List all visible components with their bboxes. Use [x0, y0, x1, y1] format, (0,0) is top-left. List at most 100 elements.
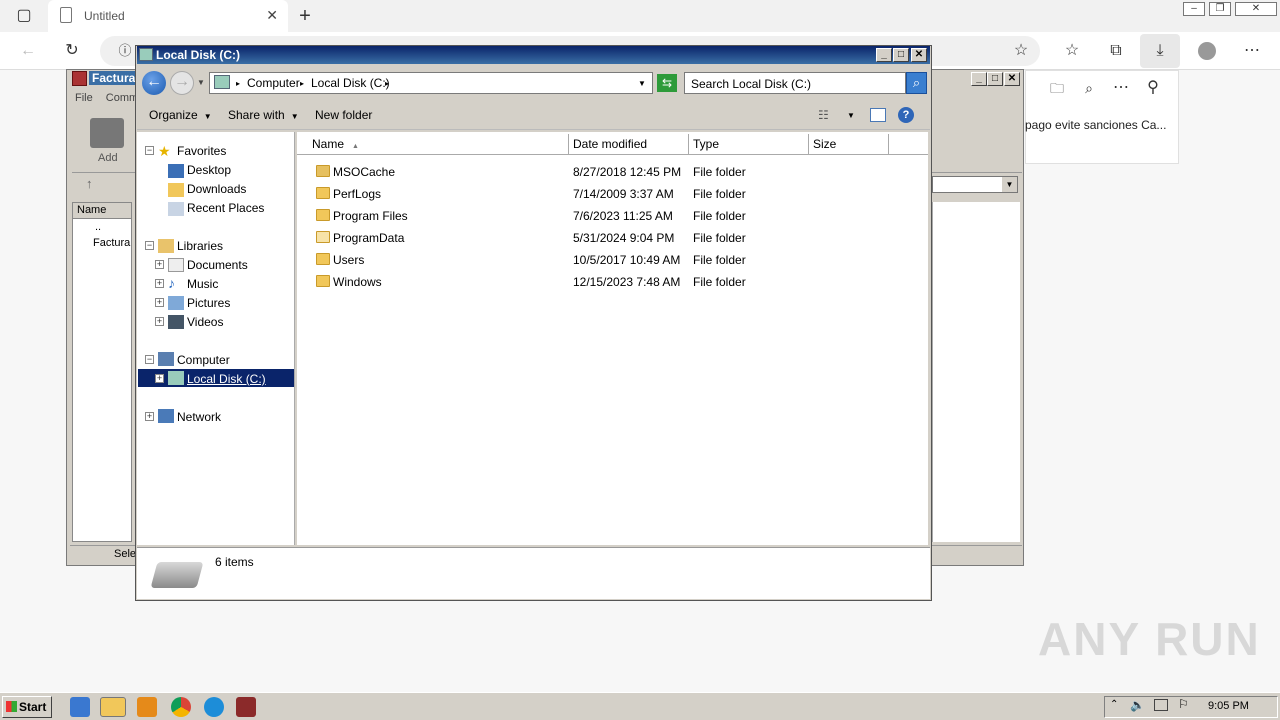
start-button[interactable]: Start [2, 696, 52, 718]
network-tray-icon[interactable] [1154, 699, 1168, 711]
close-icon[interactable]: ✕ [911, 48, 927, 62]
download-icon[interactable]: ⤓ [1148, 39, 1172, 63]
crumb-local-disk[interactable]: Local Disk (C:) [311, 76, 390, 90]
open-folder-icon[interactable]: 🗀 [1045, 76, 1069, 100]
nav-libraries[interactable]: Libraries [177, 239, 223, 253]
col-divider[interactable] [888, 134, 889, 154]
recent-pages-icon[interactable]: ▼ [197, 78, 205, 87]
dropdown-arrow-icon[interactable]: ▼ [1002, 177, 1017, 192]
collapse-icon[interactable]: − [145, 146, 154, 155]
view-options-icon[interactable]: ☷ [818, 108, 829, 122]
menu-commands[interactable]: Comm [106, 92, 138, 104]
back-icon[interactable]: ← [142, 71, 166, 95]
media-player-icon[interactable] [137, 697, 157, 717]
nav-music[interactable]: Music [187, 277, 218, 291]
minimize-icon[interactable]: – [1183, 2, 1205, 16]
file-row[interactable]: Users 10/5/2017 10:49 AM File folder [310, 250, 910, 270]
collections-icon[interactable]: ⧉ [1104, 39, 1128, 63]
expand-icon[interactable]: + [155, 317, 164, 326]
nav-local-disk[interactable]: Local Disk (C:) [187, 372, 266, 386]
breadcrumb[interactable]: ▸ Computer ▸ Local Disk (C:) ▸ ▼ [209, 72, 653, 94]
file-row[interactable]: PerfLogs 7/14/2009 3:37 AM File folder [310, 184, 910, 204]
nav-recent-places[interactable]: Recent Places [187, 201, 264, 215]
crumb-computer[interactable]: Computer [247, 76, 300, 90]
search-icon[interactable]: ⌕ [906, 72, 927, 94]
winrar-taskbar-icon[interactable] [236, 697, 256, 717]
file-row[interactable]: Windows 12/15/2023 7:48 AM File folder [310, 272, 910, 292]
favorites-icon[interactable]: ☆ [1060, 39, 1084, 63]
info-icon[interactable]: ⓘ [113, 39, 137, 63]
chevron-icon[interactable]: ▸ [300, 79, 304, 88]
rar-maximize-icon[interactable]: □ [987, 72, 1003, 86]
menu-file[interactable]: File [75, 92, 93, 104]
file-row[interactable]: Program Files 7/6/2023 11:25 AM File fol… [310, 206, 910, 226]
nav-pictures[interactable]: Pictures [187, 296, 230, 310]
rar-list-item[interactable]: .. [73, 219, 131, 235]
rar-close-icon[interactable]: ✕ [1004, 72, 1020, 86]
expand-icon[interactable]: + [155, 298, 164, 307]
col-divider[interactable] [688, 134, 689, 154]
file-row[interactable]: MSOCache 8/27/2018 12:45 PM File folder [310, 162, 910, 182]
add-archive-icon[interactable] [90, 118, 124, 148]
rar-list-item[interactable]: Factura [73, 235, 131, 251]
rar-name-header[interactable]: Name [73, 203, 131, 219]
nav-documents[interactable]: Documents [187, 258, 248, 272]
profile-avatar[interactable] [1198, 42, 1216, 60]
col-divider[interactable] [808, 134, 809, 154]
volume-icon[interactable]: 🔈 [1130, 698, 1145, 712]
close-tab-icon[interactable]: ✕ [266, 7, 278, 24]
more-options-icon[interactable]: ⋯ [1109, 76, 1133, 100]
col-name[interactable]: Name ▲ [312, 137, 359, 151]
chevron-icon[interactable]: ▸ [236, 79, 240, 88]
new-tab-icon[interactable]: + [293, 4, 317, 28]
download-item-name[interactable]: pago evite sanciones Ca... [1025, 118, 1166, 132]
search-downloads-icon[interactable]: ⌕ [1077, 76, 1101, 100]
flag-icon[interactable]: ⚐ [1178, 697, 1189, 711]
file-row[interactable]: ProgramData 5/31/2024 9:04 PM File folde… [310, 228, 910, 248]
nav-computer[interactable]: Computer [177, 353, 230, 367]
add-favorite-icon[interactable]: ☆ [1009, 39, 1033, 63]
col-type[interactable]: Type [693, 137, 719, 151]
tab-actions-icon[interactable]: ▢ [12, 4, 36, 28]
new-folder-button[interactable]: New folder [315, 108, 372, 122]
pin-icon[interactable]: ⚲ [1141, 76, 1165, 100]
clock[interactable]: 9:05 PM [1208, 700, 1249, 712]
nav-desktop[interactable]: Desktop [187, 163, 231, 177]
show-hidden-icons[interactable]: ⌃ [1110, 699, 1118, 710]
chrome-icon[interactable] [171, 697, 191, 717]
col-divider[interactable] [568, 134, 569, 154]
collapse-icon[interactable]: − [145, 355, 154, 364]
minimize-icon[interactable]: _ [876, 48, 892, 62]
nav-network[interactable]: Network [177, 410, 221, 424]
expand-icon[interactable]: + [155, 279, 164, 288]
forward-icon[interactable]: → [170, 71, 194, 95]
collapse-icon[interactable]: − [145, 241, 154, 250]
edge-icon[interactable] [204, 697, 224, 717]
close-window-icon[interactable]: ✕ [1235, 2, 1277, 16]
chevron-icon[interactable]: ▸ [385, 79, 389, 88]
back-arrow-icon[interactable]: ← [16, 39, 40, 63]
ie-icon[interactable] [70, 697, 90, 717]
view-dropdown-icon[interactable]: ▼ [847, 111, 855, 120]
refresh-icon[interactable]: ⇆ [657, 74, 677, 92]
preview-pane-icon[interactable] [870, 108, 886, 122]
reload-icon[interactable]: ↻ [60, 39, 84, 63]
restore-icon[interactable]: ❐ [1209, 2, 1231, 16]
col-size[interactable]: Size [813, 137, 836, 151]
help-icon[interactable]: ? [898, 107, 914, 123]
nav-videos[interactable]: Videos [187, 315, 223, 329]
up-folder-icon[interactable]: ↑ [86, 176, 93, 191]
expand-icon[interactable]: + [145, 412, 154, 421]
nav-favorites[interactable]: Favorites [177, 144, 226, 158]
nav-downloads[interactable]: Downloads [187, 182, 246, 196]
more-menu-icon[interactable]: ⋯ [1240, 39, 1264, 63]
share-with-button[interactable]: Share with ▼ [228, 108, 299, 122]
expand-icon[interactable]: + [155, 374, 164, 383]
explorer-taskbar-icon[interactable] [100, 697, 126, 717]
address-dropdown-icon[interactable]: ▼ [638, 79, 646, 88]
browser-tab[interactable]: Untitled ✕ [48, 0, 288, 32]
col-date-modified[interactable]: Date modified [573, 137, 647, 151]
maximize-icon[interactable]: □ [893, 48, 909, 62]
organize-button[interactable]: Organize ▼ [149, 108, 212, 122]
rar-minimize-icon[interactable]: _ [971, 72, 987, 86]
